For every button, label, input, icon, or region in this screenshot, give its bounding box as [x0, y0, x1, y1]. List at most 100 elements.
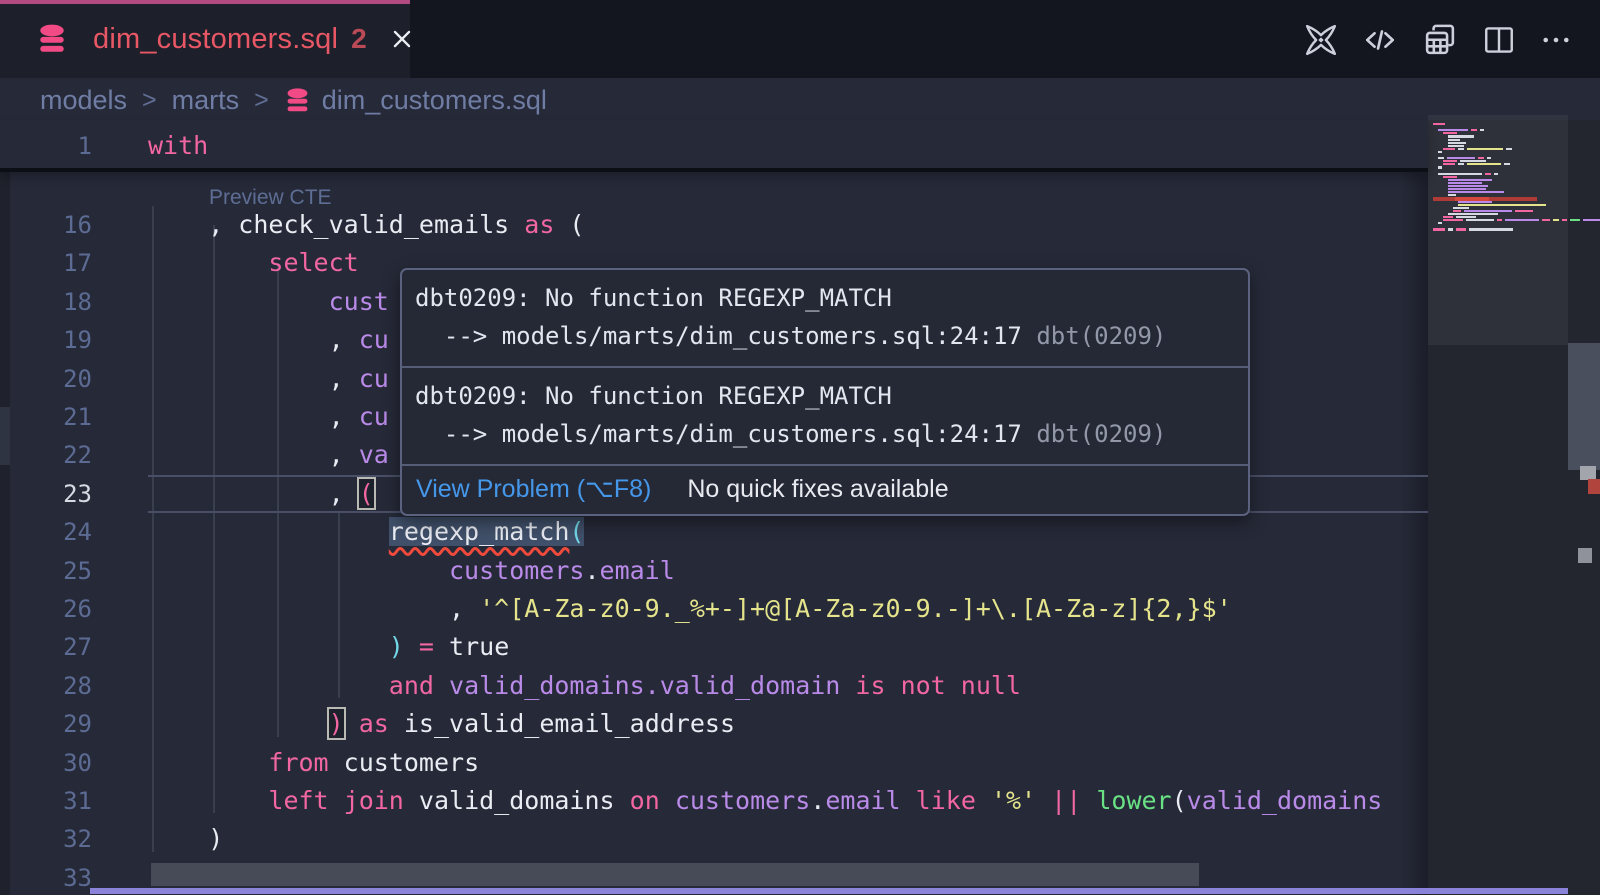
code-token: , check_valid_emails [208, 210, 524, 239]
close-tab-icon[interactable] [389, 26, 415, 52]
more-actions-icon[interactable] [1540, 24, 1572, 56]
code-token: email [600, 556, 675, 585]
code-token: cust [329, 287, 389, 316]
tab-title: dim_customers.sql [93, 23, 338, 56]
minimap-code-line [1448, 191, 1504, 193]
code-preview-icon[interactable] [1362, 23, 1398, 57]
code-token: cu [359, 325, 389, 354]
minimap-code-line [1458, 204, 1546, 206]
chevron-right-icon: > [254, 86, 269, 115]
code-token: valid_domains [404, 786, 630, 815]
minimap-code-line [1438, 173, 1482, 175]
code-token: ( [359, 479, 374, 508]
minimap-code-line [1467, 148, 1503, 150]
split-editor-icon[interactable] [1482, 23, 1516, 57]
preview-cte-codelens[interactable]: Preview CTE [209, 186, 332, 210]
overview-cursor-marker [1580, 466, 1596, 480]
code-token [344, 709, 359, 738]
minimap-code-line [1515, 210, 1533, 212]
line-number: 32 [0, 820, 92, 858]
code-line[interactable]: left join valid_domains on customers.ema… [148, 782, 1428, 820]
code-token: customers [449, 556, 584, 585]
breadcrumb-marts[interactable]: marts [172, 85, 240, 116]
compiled-query-icon[interactable] [1422, 22, 1458, 58]
line-number: 30 [0, 744, 92, 782]
code-token: customers [675, 786, 810, 815]
code-line[interactable]: ) [148, 820, 1428, 858]
code-token [901, 786, 916, 815]
dbt-logo-icon[interactable] [1304, 23, 1338, 57]
minimap-code-line [1467, 163, 1501, 165]
code-token: va [359, 440, 389, 469]
code-line[interactable]: ) = true [148, 628, 1428, 666]
minimap-code-line [1438, 151, 1442, 153]
vertical-scrollbar-thumb[interactable] [1568, 343, 1600, 470]
minimap-code-line [1443, 148, 1455, 150]
minimap-code-line [1553, 219, 1559, 221]
minimap-code-line [1485, 173, 1491, 175]
breadcrumb-file[interactable]: dim_customers.sql [322, 85, 547, 116]
minimap-code-line [1448, 194, 1456, 196]
code-line[interactable]: and valid_domains.valid_domain is not nu… [148, 667, 1428, 705]
code-line[interactable]: ) as is_valid_email_address [148, 705, 1428, 743]
sticky-line-number: 1 [0, 127, 92, 165]
minimap-code-line [1448, 145, 1464, 147]
minimap-code-line [1433, 123, 1445, 125]
code-token: and [389, 671, 434, 700]
code-line[interactable]: regexp_match( [148, 513, 1428, 551]
line-number: 22 [0, 436, 92, 474]
minimap-code-line [1443, 216, 1453, 218]
minimap-code-line [1448, 142, 1466, 144]
breadcrumb: models > marts > dim_customers.sql [40, 78, 547, 122]
minimap-code-line [1504, 163, 1510, 165]
minimap-code-line [1456, 216, 1476, 218]
code-token [660, 786, 675, 815]
code-token: as [524, 210, 554, 239]
code-token: , [329, 402, 359, 431]
minimap-code-line [1487, 157, 1491, 159]
code-line[interactable]: from customers [148, 744, 1428, 782]
code-token: on [630, 786, 660, 815]
minimap-code-line [1505, 219, 1539, 221]
code-token: ) [329, 709, 344, 738]
code-token: , [329, 440, 359, 469]
code-token: valid_domains [1187, 786, 1383, 815]
code-token: ( [569, 517, 584, 546]
view-problem-link[interactable]: View Problem (⌥F8) [416, 474, 651, 504]
minimap-code-line [1438, 157, 1444, 159]
minimap-code-line [1453, 210, 1461, 212]
code-token: , [329, 479, 359, 508]
database-file-icon [284, 87, 311, 114]
tab-bar: dim_customers.sql 2 [0, 0, 1600, 78]
line-number: 31 [0, 782, 92, 820]
code-token: regexp_match [389, 517, 570, 546]
minimap-code-line [1464, 210, 1512, 212]
no-quick-fixes-label: No quick fixes available [687, 475, 948, 504]
code-line[interactable]: , '^[A-Za-z0-9._%+-]+@[A-Za-z0-9.-]+\.[A… [148, 590, 1428, 628]
problem-message: dbt0209: No function REGEXP_MATCH --> mo… [402, 368, 1248, 466]
horizontal-scrollbar-thumb[interactable] [151, 863, 1199, 886]
line-number: 33 [0, 859, 92, 895]
minimap-code-line [1494, 173, 1498, 175]
code-line[interactable]: customers.email [148, 552, 1428, 590]
line-number: 24 [0, 513, 92, 551]
minimap-code-line [1480, 129, 1484, 131]
code-token: ) [208, 824, 223, 853]
code-token: valid_domains.valid_domain [449, 671, 840, 700]
code-line[interactable]: , check_valid_emails as ( [148, 206, 1428, 244]
sticky-scroll-row[interactable]: 1 with [0, 120, 1428, 172]
minimap-code-line [1433, 228, 1445, 230]
code-token [840, 671, 855, 700]
tab-dim-customers[interactable]: dim_customers.sql 2 [0, 0, 410, 78]
code-token: = [419, 632, 434, 661]
code-token: cu [359, 402, 389, 431]
minimap-code-line [1448, 179, 1492, 181]
tab-modified-badge: 2 [351, 23, 367, 55]
minimap-code-line [1443, 132, 1457, 134]
overview-info-marker [1578, 548, 1592, 563]
minimap-code-line [1456, 228, 1466, 230]
minimap-code-line [1443, 219, 1463, 221]
editor-actions [1304, 22, 1572, 58]
code-token: '%' [991, 786, 1036, 815]
breadcrumb-models[interactable]: models [40, 85, 127, 116]
